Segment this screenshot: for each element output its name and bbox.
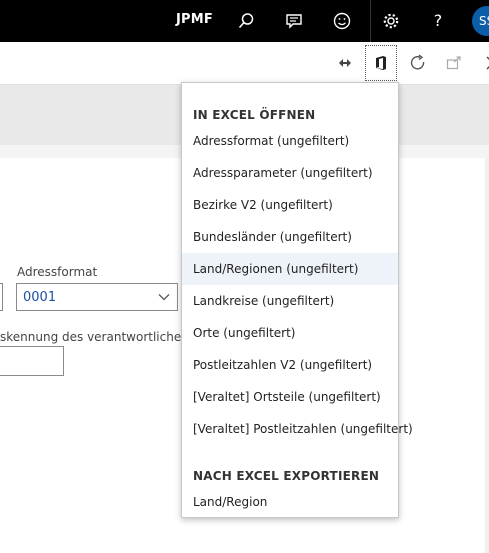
refresh-icon[interactable] xyxy=(402,42,434,84)
menu-item-bezirke[interactable]: Bezirke V2 (ungefiltert) xyxy=(182,189,398,221)
menu-item-orte[interactable]: Orte (ungefiltert) xyxy=(182,317,398,349)
menu-item-landkreise[interactable]: Landkreise (ungefiltert) xyxy=(182,285,398,317)
svg-text:?: ? xyxy=(434,12,443,30)
search-icon[interactable] xyxy=(228,0,264,42)
menu-item-adressparameter[interactable]: Adressparameter (ungefiltert) xyxy=(182,157,398,189)
menu-item-postleitzahlen[interactable]: Postleitzahlen V2 (ungefiltert) xyxy=(182,349,398,381)
smiley-icon[interactable] xyxy=(324,0,360,42)
close-icon[interactable] xyxy=(472,42,489,84)
office-dropdown-menu: IN EXCEL ÖFFNEN Adressformat (ungefilter… xyxy=(181,82,413,518)
menu-item-export-land-region[interactable]: Land/Region xyxy=(182,486,398,518)
help-icon[interactable]: ? xyxy=(420,0,456,42)
avatar[interactable]: SS xyxy=(472,6,489,36)
open-new-icon[interactable] xyxy=(438,42,470,84)
menu-item-veraltet-postleitzahlen[interactable]: [Veraltet] Postleitzahlen (ungefiltert) xyxy=(182,413,413,445)
header-divider xyxy=(370,0,371,42)
card-edge xyxy=(485,158,489,553)
chevron-down-icon[interactable] xyxy=(155,284,173,310)
open-in-excel-header: IN EXCEL ÖFFNEN xyxy=(193,108,316,122)
menu-item-veraltet-ortsteile[interactable]: [Veraltet] Ortsteile (ungefiltert) xyxy=(182,381,398,413)
office-icon[interactable] xyxy=(365,45,397,81)
diamond-arrows-icon[interactable] xyxy=(329,42,361,84)
menu-item-adressformat[interactable]: Adressformat (ungefiltert) xyxy=(182,125,398,157)
company-selector[interactable]: JPMF xyxy=(176,12,213,27)
menu-item-bundeslaender[interactable]: Bundesländer (ungefiltert) xyxy=(182,221,398,253)
avatar-initials: SS xyxy=(479,14,489,28)
message-icon[interactable] xyxy=(276,0,312,42)
responsible-field[interactable] xyxy=(0,346,64,376)
menu-item-land-regionen[interactable]: Land/Regionen (ungefiltert) xyxy=(182,253,398,285)
address-format-combobox[interactable]: 0001 xyxy=(16,283,178,311)
address-format-value: 0001 xyxy=(23,290,57,305)
action-pane xyxy=(0,42,489,85)
top-navigation-bar: JPMF ? SS xyxy=(0,0,489,42)
left-field-edge[interactable] xyxy=(0,283,3,311)
export-to-excel-header: NACH EXCEL EXPORTIEREN xyxy=(193,469,380,483)
gear-icon[interactable] xyxy=(373,0,409,42)
address-format-label: Adressformat xyxy=(17,265,98,279)
responsible-label: skennung des verantwortlichen ... xyxy=(0,330,205,344)
